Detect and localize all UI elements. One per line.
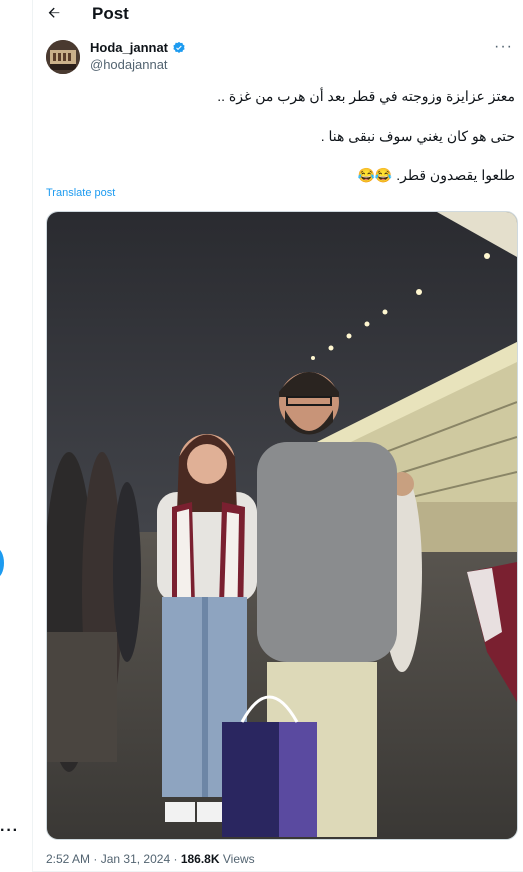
post-text-line-2: حتى هو كان يغني سوف نبقى هنا . [320,128,515,144]
account-more-icon[interactable]: ··· [0,822,19,840]
post-text-line-3: طلعوا يقصدون قطر. 😂😂 [357,167,516,183]
verified-badge-icon [173,41,185,53]
translate-post-link[interactable]: Translate post [46,187,115,199]
author-name[interactable]: Hoda_jannat [90,40,186,55]
post-meta: 2:52 AM · Jan 31, 2024 · 186.8K Views [46,852,255,866]
author-handle[interactable]: @hodajannat [90,57,168,72]
meta-separator: · [93,852,98,866]
page-title: Post [92,4,129,23]
arrow-left-icon[interactable] [46,5,62,21]
post-time[interactable]: 2:52 AM [46,852,90,866]
left-rail: ··· [0,0,33,872]
more-horizontal-icon[interactable]: ··· [494,38,513,56]
meta-separator-2: · [173,852,178,866]
author-name-text: Hoda_jannat [90,40,169,55]
post-image[interactable] [46,211,518,840]
avatar[interactable] [46,40,80,74]
compose-button[interactable] [0,548,4,578]
views-count: 186.8K [180,852,220,866]
post-header: Post [32,0,523,28]
views-label: Views [222,852,255,866]
post-date[interactable]: Jan 31, 2024 [101,852,170,866]
post-text-line-1: معتز عزايزة وزوجته في قطر بعد أن هرب من … [217,88,515,104]
